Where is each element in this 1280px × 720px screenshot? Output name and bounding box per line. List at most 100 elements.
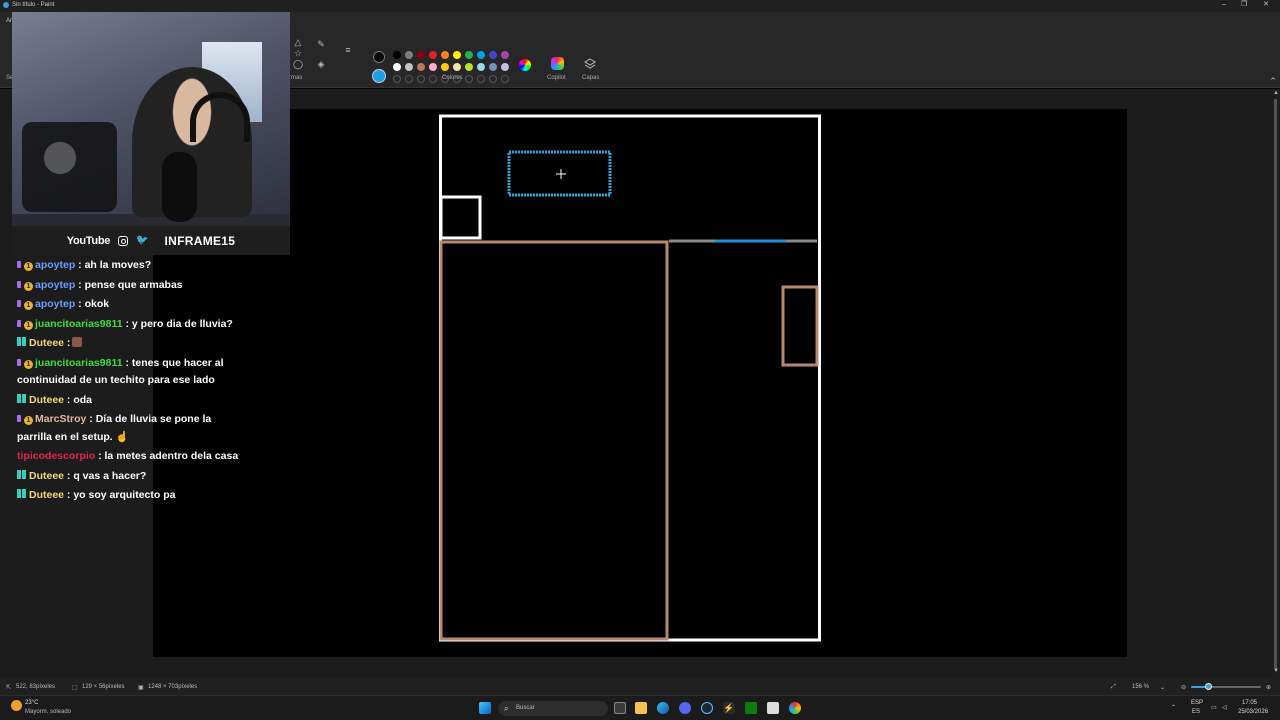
- scroll-thumb[interactable]: [1274, 99, 1277, 669]
- sub-badge-icon: [17, 261, 21, 268]
- chat-text: : ah la moves?: [75, 259, 152, 271]
- fit-to-window-icon[interactable]: ⤢: [1111, 684, 1116, 691]
- search-icon: ⌕: [504, 704, 509, 713]
- chat-message: 1 apoytep : pense que armabas: [17, 277, 242, 295]
- gift-badge-icon: 1: [24, 320, 33, 330]
- chat-text: : q vas a hacer?: [64, 469, 147, 482]
- zoom-dropdown-icon[interactable]: ⌄: [1160, 684, 1165, 691]
- network-icon[interactable]: ▭: [1211, 704, 1217, 711]
- move-cursor-icon: [556, 169, 566, 179]
- instagram-icon: [118, 235, 129, 246]
- emote-icon: [72, 337, 83, 347]
- task-view-icon[interactable]: [614, 702, 626, 714]
- gift-badge-icon: 1: [24, 281, 33, 291]
- discord-icon[interactable]: [679, 702, 691, 714]
- clock-time[interactable]: 17:05: [1242, 700, 1257, 706]
- zoom-out-icon[interactable]: ⊖: [1181, 684, 1186, 691]
- chat-message: Duteee :: [17, 335, 242, 353]
- chat-text: : la metes adentro dela casa: [95, 450, 239, 462]
- chat-message: 1 juancitoarias9811 : tenes que hacer al …: [17, 355, 242, 390]
- small-square-room: [439, 195, 482, 240]
- start-button-icon[interactable]: [479, 702, 491, 714]
- volume-icon[interactable]: ◁: [1222, 704, 1227, 711]
- weather-description[interactable]: Mayorm. soleado: [25, 709, 71, 715]
- chat-message: 1 apoytep : okok: [17, 296, 242, 314]
- sub-badge-icon: [17, 319, 21, 327]
- search-placeholder: Buscar: [516, 705, 535, 711]
- chat-username[interactable]: apoytep: [35, 298, 75, 310]
- large-room: [439, 240, 669, 641]
- zoom-in-icon[interactable]: ⊕: [1266, 684, 1271, 691]
- scroll-down-icon[interactable]: ▼: [1272, 667, 1280, 675]
- gift-badge-icon: 1: [24, 301, 33, 310]
- chat-text: : okok: [75, 298, 110, 310]
- chat-message: Duteee : yo soy arquitecto pa: [17, 487, 242, 505]
- chat-username[interactable]: juancitoarias9811: [35, 318, 123, 330]
- webcam-microphone: [162, 152, 197, 222]
- chat-text: : yo soy arquitecto pa: [64, 489, 176, 501]
- chat-username[interactable]: tipicodescorpio: [17, 450, 95, 462]
- chat-text: :: [64, 337, 71, 349]
- zoom-slider-knob[interactable]: [1204, 683, 1212, 690]
- gift-badge-icon: 1: [24, 262, 33, 271]
- tray-chevron-icon[interactable]: ⌃: [1171, 704, 1176, 711]
- language-top[interactable]: ESP: [1191, 700, 1203, 706]
- zoom-level[interactable]: 156 %: [1132, 684, 1149, 690]
- canvas-size-icon: ▣: [138, 685, 144, 691]
- chat-message: tipicodescorpio : la metes adentro dela …: [17, 448, 242, 466]
- gift-badge-icon: 1: [24, 359, 33, 369]
- chat-message: 1 MarcStroy : Día de lluvia se pone la pa…: [17, 411, 242, 446]
- moderator-badge-icon: [17, 393, 26, 403]
- gift-badge-icon: 1: [24, 416, 33, 425]
- stream-chat: 1 apoytep : ah la moves? 1 apoytep : pense …: [17, 257, 242, 507]
- social-handle: INFRAME15: [164, 233, 236, 248]
- sub-badge-icon: [17, 358, 21, 366]
- xbox-icon[interactable]: [745, 702, 757, 714]
- youtube-logo: YouTube: [66, 234, 111, 247]
- app-icon[interactable]: ⚡: [723, 702, 735, 714]
- side-room: [781, 285, 819, 367]
- sub-badge-icon: [17, 415, 21, 422]
- chat-text: : y pero dia de lluvia?: [122, 317, 233, 330]
- selection-icon: ⬚: [72, 685, 78, 691]
- chat-username[interactable]: Duteee: [29, 470, 64, 482]
- weather-icon[interactable]: [11, 700, 22, 711]
- chat-message: Duteee : oda: [17, 392, 242, 410]
- notepad-icon[interactable]: [767, 702, 779, 714]
- webcam-overlay: YouTube 🐦 INFRAME15: [12, 12, 290, 255]
- canvas-size: 1248 × 703píxeles: [148, 684, 198, 690]
- taskbar-search-input[interactable]: ⌕ Buscar: [498, 701, 608, 716]
- chat-username[interactable]: Duteee: [29, 337, 64, 349]
- scroll-up-icon[interactable]: ▲: [1272, 89, 1280, 97]
- chat-username[interactable]: juancitoarias9811: [35, 357, 123, 369]
- status-bar: ⇱ 522, 83píxeles ⬚ 129 × 56píxeles ▣ 124…: [0, 679, 1280, 695]
- chat-username[interactable]: Duteee: [29, 489, 64, 501]
- chat-username[interactable]: Duteee: [29, 394, 64, 406]
- chat-username[interactable]: apoytep: [35, 259, 75, 271]
- cursor-icon: ⇱: [6, 685, 12, 691]
- webcam-drums: [22, 122, 117, 212]
- file-explorer-icon[interactable]: [635, 702, 647, 714]
- chat-username[interactable]: apoytep: [35, 279, 75, 291]
- chat-text: : pense que armabas: [75, 278, 183, 291]
- sub-badge-icon: [17, 280, 21, 288]
- chat-text: : oda: [64, 393, 93, 406]
- moderator-badge-icon: [17, 469, 26, 479]
- moderator-badge-icon: [17, 337, 26, 346]
- vertical-scrollbar[interactable]: ▲ ▼: [1272, 89, 1280, 679]
- paint-taskbar-icon[interactable]: [789, 702, 801, 714]
- selection-size: 129 × 56píxeles: [82, 684, 125, 690]
- outer-wall: [439, 114, 821, 642]
- chat-message: 1 juancitoarias9811 : y pero dia de lluvi…: [17, 316, 242, 334]
- steam-icon[interactable]: [701, 702, 713, 714]
- twitter-icon: 🐦: [136, 235, 149, 246]
- language-bottom[interactable]: ES: [1192, 709, 1200, 715]
- chat-username[interactable]: MarcStroy: [35, 413, 86, 425]
- weather-temperature[interactable]: 23°C: [25, 700, 38, 706]
- clock-date[interactable]: 25/03/2026: [1238, 709, 1268, 715]
- chat-message: 1 apoytep : ah la moves?: [17, 257, 242, 275]
- cursor-position: 522, 83píxeles: [16, 684, 56, 690]
- moderator-badge-icon: [17, 489, 26, 498]
- edge-browser-icon[interactable]: [657, 702, 669, 714]
- zoom-slider[interactable]: [1191, 683, 1261, 690]
